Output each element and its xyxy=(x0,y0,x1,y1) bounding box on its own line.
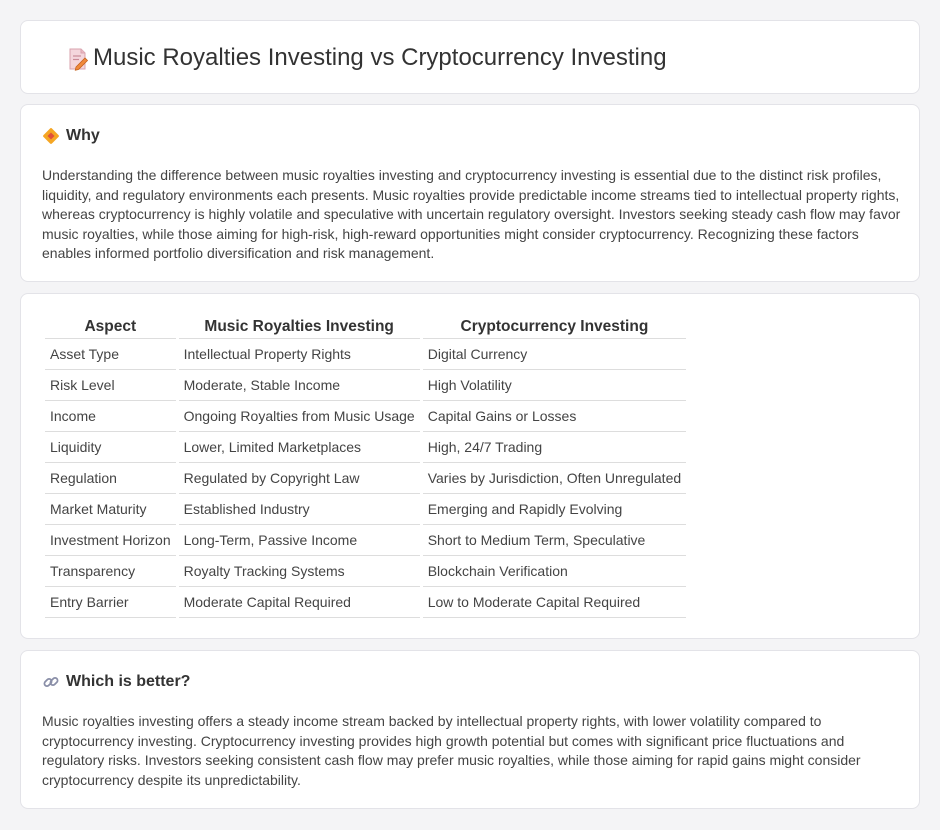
better-heading: Which is better? xyxy=(66,673,191,690)
better-heading-row: Which is better? xyxy=(42,673,190,691)
table-cell: Asset Type xyxy=(45,339,176,370)
table-cell: Digital Currency xyxy=(422,339,687,370)
table-cell: Regulated by Copyright Law xyxy=(178,463,420,494)
table-row: Risk Level Moderate, Stable Income High Vo… xyxy=(45,370,687,401)
table-row: Investment Horizon Long-Term, Passive Inc… xyxy=(45,525,687,556)
comparison-card: Aspect Music Royalties Investing Cryptoc… xyxy=(20,293,920,639)
table-cell: Moderate Capital Required xyxy=(178,587,420,618)
table-cell: Low to Moderate Capital Required xyxy=(422,587,687,618)
why-text: Understanding the difference between mus… xyxy=(42,167,901,262)
table-cell: High Volatility xyxy=(422,370,687,401)
table-cell: Ongoing Royalties from Music Usage xyxy=(178,401,420,432)
link-icon xyxy=(42,673,60,691)
why-heading: Why xyxy=(66,127,100,144)
table-header-row: Aspect Music Royalties Investing Cryptoc… xyxy=(45,316,687,339)
column-header: Music Royalties Investing xyxy=(178,316,420,339)
table-cell: Moderate, Stable Income xyxy=(178,370,420,401)
table-cell: Income xyxy=(45,401,176,432)
table-cell: Long-Term, Passive Income xyxy=(178,525,420,556)
table-cell: Short to Medium Term, Speculative xyxy=(422,525,687,556)
table-cell: Investment Horizon xyxy=(45,525,176,556)
table-cell: Established Industry xyxy=(178,494,420,525)
table-cell: Varies by Jurisdiction, Often Unregulate… xyxy=(422,463,687,494)
table-cell: Regulation xyxy=(45,463,176,494)
document-pen-icon xyxy=(67,47,89,71)
table-cell: Capital Gains or Losses xyxy=(422,401,687,432)
table-cell: Entry Barrier xyxy=(45,587,176,618)
table-cell: Lower, Limited Marketplaces xyxy=(178,432,420,463)
better-text: Music royalties investing offers a stead… xyxy=(42,713,861,788)
title-card: Music Royalties Investing vs Cryptocurre… xyxy=(20,20,920,94)
why-section: Why Understanding the difference between… xyxy=(20,104,920,282)
table-cell: Transparency xyxy=(45,556,176,587)
table-cell: Market Maturity xyxy=(45,494,176,525)
table-cell: High, 24/7 Trading xyxy=(422,432,687,463)
table-cell: Royalty Tracking Systems xyxy=(178,556,420,587)
table-row: Market Maturity Established Industry Emerg… xyxy=(45,494,687,525)
column-header: Aspect xyxy=(45,316,176,339)
diamond-sign-icon xyxy=(42,127,60,145)
table-row: Transparency Royalty Tracking Systems Bloc… xyxy=(45,556,687,587)
table-cell: Emerging and Rapidly Evolving xyxy=(422,494,687,525)
table-cell: Risk Level xyxy=(45,370,176,401)
table-row: Asset Type Intellectual Property Rights Di… xyxy=(45,339,687,370)
table-cell: Liquidity xyxy=(45,432,176,463)
column-header: Cryptocurrency Investing xyxy=(422,316,687,339)
table-row: Liquidity Lower, Limited Marketplaces High… xyxy=(45,432,687,463)
table-row: Entry Barrier Moderate Capital Required Lo… xyxy=(45,587,687,618)
comparison-table: Aspect Music Royalties Investing Cryptoc… xyxy=(42,316,689,618)
page-title: Music Royalties Investing vs Cryptocurre… xyxy=(93,44,667,71)
table-cell: Intellectual Property Rights xyxy=(178,339,420,370)
why-heading-row: Why xyxy=(42,127,100,145)
table-row: Income Ongoing Royalties from Music Usage… xyxy=(45,401,687,432)
which-better-section: Which is better? Music royalties investi… xyxy=(20,650,920,809)
table-cell: Blockchain Verification xyxy=(422,556,687,587)
table-row: Regulation Regulated by Copyright Law Vari… xyxy=(45,463,687,494)
